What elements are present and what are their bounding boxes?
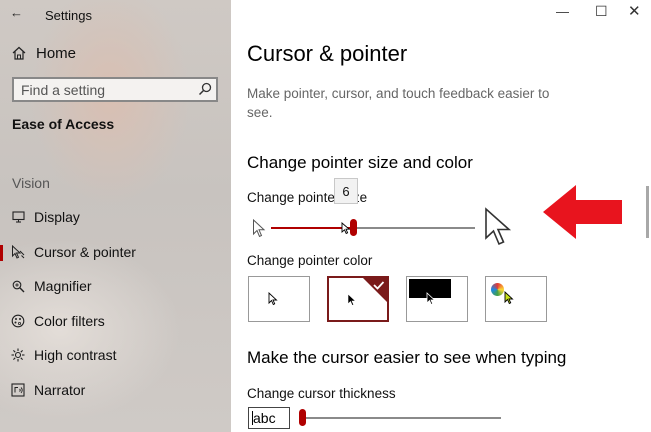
home-label: Home	[36, 44, 77, 62]
maximize-icon[interactable]: ☐	[595, 3, 608, 20]
pointer-color-custom-option[interactable]	[485, 276, 547, 322]
sidebar-item-label: High contrast	[34, 347, 117, 363]
pointer-color-inverted-option[interactable]	[406, 276, 468, 322]
slider-value-tooltip: 6	[334, 178, 358, 204]
sidebar-item-cursor-pointer[interactable]: Cursor & pointer	[0, 237, 231, 267]
white-pointer-icon	[268, 292, 278, 306]
cursor-preview-text: abc	[253, 410, 276, 426]
checkmark-icon	[363, 278, 387, 302]
cursor-preview-box: abc	[248, 407, 290, 429]
back-arrow-icon[interactable]: ←	[10, 5, 23, 20]
pointer-color-white-option[interactable]	[248, 276, 310, 322]
mouse-pointer-icon	[341, 222, 351, 235]
narrator-icon	[11, 383, 25, 397]
color-filters-icon	[11, 314, 25, 328]
active-indicator	[0, 245, 3, 261]
title-bar-left: ← Settings	[0, 0, 231, 30]
typing-section-heading: Make the cursor easier to see when typin…	[247, 348, 567, 367]
sidebar-item-label: Narrator	[34, 382, 86, 398]
minimize-icon[interactable]: —	[556, 4, 569, 19]
home-icon	[12, 46, 26, 60]
sidebar-item-narrator[interactable]: Narrator	[0, 375, 231, 405]
scrollbar[interactable]	[646, 186, 649, 238]
sidebar-item-label: Magnifier	[34, 278, 92, 294]
pointer-color-label: Change pointer color	[247, 253, 373, 268]
display-icon	[11, 210, 25, 224]
magnifier-icon	[11, 279, 25, 293]
small-pointer-icon	[253, 219, 266, 238]
black-pointer-icon	[347, 293, 357, 306]
custom-pointer-icon	[504, 291, 514, 305]
high-contrast-icon	[11, 348, 25, 362]
inverted-pointer-icon	[426, 292, 436, 306]
sidebar: ← Settings Home Ease of Access Vision Di…	[0, 0, 231, 432]
slider-track	[303, 417, 501, 419]
search-box[interactable]	[12, 77, 218, 102]
color-wheel-icon	[491, 283, 504, 296]
cursor-thickness-slider[interactable]	[299, 408, 501, 428]
sidebar-item-color-filters[interactable]: Color filters	[0, 306, 231, 336]
main-content: — ☐ ✕ Cursor & pointer Make pointer, cur…	[231, 0, 651, 432]
search-input[interactable]	[14, 79, 199, 100]
home-link[interactable]: Home	[12, 43, 76, 63]
sidebar-item-label: Display	[34, 209, 80, 225]
cursor-pointer-icon	[11, 245, 25, 259]
sidebar-item-label: Color filters	[34, 313, 105, 329]
sidebar-item-magnifier[interactable]: Magnifier	[0, 271, 231, 301]
page-title: Cursor & pointer	[247, 41, 408, 66]
sidebar-item-label: Cursor & pointer	[34, 244, 136, 260]
cursor-thickness-label: Change cursor thickness	[247, 386, 396, 401]
app-title: Settings	[45, 8, 92, 23]
large-pointer-icon	[485, 207, 512, 246]
slider-thumb[interactable]	[299, 409, 306, 426]
pointer-color-black-option[interactable]	[327, 276, 389, 322]
pointer-size-slider[interactable]	[271, 218, 475, 238]
annotation-arrow-icon	[543, 185, 622, 239]
slider-track	[354, 227, 475, 229]
page-description: Make pointer, cursor, and touch feedback…	[247, 86, 550, 120]
sidebar-item-high-contrast[interactable]: High contrast	[0, 340, 231, 370]
section-title: Ease of Access	[12, 116, 115, 132]
close-icon[interactable]: ✕	[628, 2, 641, 20]
sidebar-item-display[interactable]: Display	[0, 202, 231, 232]
pointer-section-heading: Change pointer size and color	[247, 153, 473, 172]
search-icon[interactable]	[198, 82, 212, 96]
slider-thumb[interactable]	[350, 219, 357, 236]
group-label-vision: Vision	[12, 175, 50, 191]
